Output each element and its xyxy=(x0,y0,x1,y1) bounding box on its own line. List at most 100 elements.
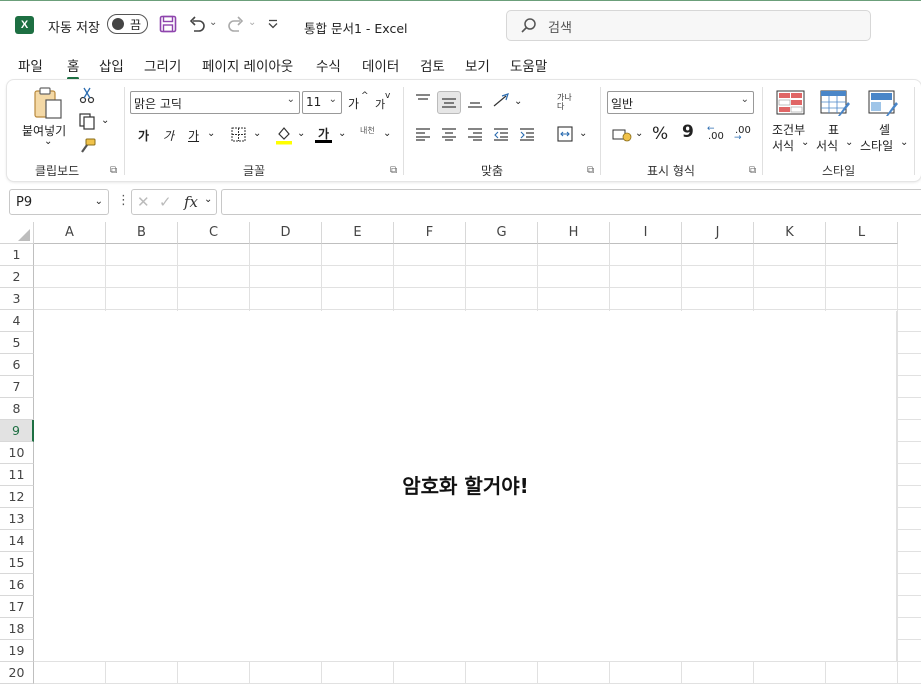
format-as-table-label-2[interactable]: 서식 xyxy=(816,137,838,154)
row-header-9[interactable]: 9 xyxy=(0,420,34,442)
cancel-icon[interactable]: ✕ xyxy=(137,193,150,211)
decrease-indent-icon[interactable] xyxy=(493,127,509,141)
border-dropdown-icon[interactable]: ⌄ xyxy=(253,128,261,139)
number-launcher-icon[interactable]: ⧉ xyxy=(749,165,756,176)
increase-indent-icon[interactable] xyxy=(519,127,535,141)
merge-dropdown-icon[interactable]: ⌄ xyxy=(579,128,587,139)
select-all-button[interactable] xyxy=(0,222,34,244)
tab-formulas[interactable]: 수식 xyxy=(316,55,341,75)
table-dropdown-icon[interactable]: ⌄ xyxy=(845,137,853,148)
accounting-format-icon[interactable] xyxy=(612,127,632,142)
merge-center-icon[interactable] xyxy=(557,126,573,142)
conditional-formatting-icon[interactable] xyxy=(776,90,805,115)
undo-icon[interactable] xyxy=(188,15,206,33)
fill-color-dropdown-icon[interactable]: ⌄ xyxy=(297,128,305,139)
tab-home[interactable]: 홈 xyxy=(67,55,80,80)
redo-icon[interactable] xyxy=(227,15,245,33)
tab-data[interactable]: 데이터 xyxy=(362,55,399,75)
orientation-icon[interactable] xyxy=(492,92,512,108)
underline-button[interactable]: 가 xyxy=(188,127,199,144)
align-center-icon[interactable] xyxy=(441,127,457,141)
row-header-20[interactable]: 20 xyxy=(0,662,34,684)
phonetic-guide-button[interactable]: 내천 xyxy=(360,125,375,136)
conditional-formatting-label[interactable]: 조건부 xyxy=(772,121,805,138)
align-top-icon[interactable] xyxy=(415,93,431,107)
underline-dropdown-icon[interactable]: ⌄ xyxy=(207,128,215,139)
conditional-dropdown-icon[interactable]: ⌄ xyxy=(801,137,809,148)
worksheet-grid[interactable]: ABCDEFGHIJKL 1 2 3 4 5 6 7 8 9 10 11 12 13 14 15 16 17 18… xyxy=(0,222,921,686)
name-box[interactable]: P9 ⌄ xyxy=(9,189,109,215)
row-header-11[interactable]: 11 xyxy=(0,464,34,486)
undo-dropdown-icon[interactable]: ⌄ xyxy=(209,17,217,28)
row-header-10[interactable]: 10 xyxy=(0,442,34,464)
column-header-c[interactable]: C xyxy=(178,222,250,244)
row-header-3[interactable]: 3 xyxy=(0,288,34,310)
comma-style-button[interactable]: 9 xyxy=(682,122,694,142)
format-painter-icon[interactable] xyxy=(79,138,96,155)
column-header-l[interactable]: L xyxy=(826,222,898,244)
align-bottom-icon[interactable] xyxy=(467,93,483,109)
row-header-5[interactable]: 5 xyxy=(0,332,34,354)
font-size-dropdown[interactable]: 11 ⌄ xyxy=(302,91,342,114)
row-header-14[interactable]: 14 xyxy=(0,530,34,552)
row-header-18[interactable]: 18 xyxy=(0,618,34,640)
format-as-table-icon[interactable] xyxy=(820,90,851,117)
wrap-text-button[interactable]: 가나다 xyxy=(557,93,575,111)
tab-review[interactable]: 검토 xyxy=(420,55,445,75)
increase-font-size-button[interactable]: 가 xyxy=(348,95,359,112)
column-header-b[interactable]: B xyxy=(106,222,178,244)
column-header-h[interactable]: H xyxy=(538,222,610,244)
row-header-6[interactable]: 6 xyxy=(0,354,34,376)
font-color-dropdown-icon[interactable]: ⌄ xyxy=(338,128,346,139)
redo-dropdown-icon[interactable]: ⌄ xyxy=(248,17,256,28)
bold-button[interactable]: 가 xyxy=(138,127,149,144)
font-name-dropdown[interactable]: 맑은 고딕 ⌄ xyxy=(130,91,300,114)
more-options-icon[interactable]: ⋮ xyxy=(117,193,130,208)
customize-quick-access-icon[interactable] xyxy=(267,19,279,29)
font-launcher-icon[interactable]: ⧉ xyxy=(390,165,397,176)
row-header-15[interactable]: 15 xyxy=(0,552,34,574)
align-middle-button[interactable] xyxy=(437,91,461,114)
column-header-f[interactable]: F xyxy=(394,222,466,244)
row-header-19[interactable]: 19 xyxy=(0,640,34,662)
cell-styles-label-2[interactable]: 스타일 xyxy=(860,137,893,154)
tab-draw[interactable]: 그리기 xyxy=(144,55,181,75)
fill-color-icon[interactable] xyxy=(275,125,293,145)
enter-icon[interactable]: ✓ xyxy=(159,193,172,211)
row-header-2[interactable]: 2 xyxy=(0,266,34,288)
row-header-13[interactable]: 13 xyxy=(0,508,34,530)
chevron-down-icon[interactable]: ⌄ xyxy=(204,194,212,205)
phonetic-dropdown-icon[interactable]: ⌄ xyxy=(383,128,391,139)
row-header-16[interactable]: 16 xyxy=(0,574,34,596)
percent-style-button[interactable]: % xyxy=(652,124,668,144)
orientation-dropdown-icon[interactable]: ⌄ xyxy=(514,96,522,107)
row-header-17[interactable]: 17 xyxy=(0,596,34,618)
save-icon[interactable] xyxy=(159,15,177,33)
cell-styles-icon[interactable] xyxy=(868,90,899,117)
format-as-table-label[interactable]: 표 xyxy=(828,121,839,138)
copy-icon[interactable] xyxy=(79,113,95,130)
column-header-j[interactable]: J xyxy=(682,222,754,244)
row-header-1[interactable]: 1 xyxy=(0,244,34,266)
cell-styles-dropdown-icon[interactable]: ⌄ xyxy=(900,137,908,148)
column-header-g[interactable]: G xyxy=(466,222,538,244)
cut-icon[interactable] xyxy=(79,87,95,104)
clipboard-launcher-icon[interactable]: ⧉ xyxy=(110,165,117,176)
cell-styles-label[interactable]: 셀 xyxy=(879,121,890,138)
decrease-font-size-button[interactable]: 가 xyxy=(375,96,385,112)
tab-insert[interactable]: 삽입 xyxy=(99,55,124,75)
paste-dropdown-icon[interactable]: ⌄ xyxy=(44,136,52,147)
copy-dropdown-icon[interactable]: ⌄ xyxy=(101,115,109,126)
column-header-i[interactable]: I xyxy=(610,222,682,244)
align-left-icon[interactable] xyxy=(415,127,431,141)
conditional-formatting-label-2[interactable]: 서식 xyxy=(772,137,794,154)
column-header-e[interactable]: E xyxy=(322,222,394,244)
align-right-icon[interactable] xyxy=(467,127,483,141)
border-icon[interactable] xyxy=(231,127,246,142)
column-header-d[interactable]: D xyxy=(250,222,322,244)
row-header-7[interactable]: 7 xyxy=(0,376,34,398)
column-header-k[interactable]: K xyxy=(754,222,826,244)
column-header-a[interactable]: A xyxy=(34,222,106,244)
row-header-8[interactable]: 8 xyxy=(0,398,34,420)
autosave-toggle[interactable]: 끔 xyxy=(107,14,148,34)
